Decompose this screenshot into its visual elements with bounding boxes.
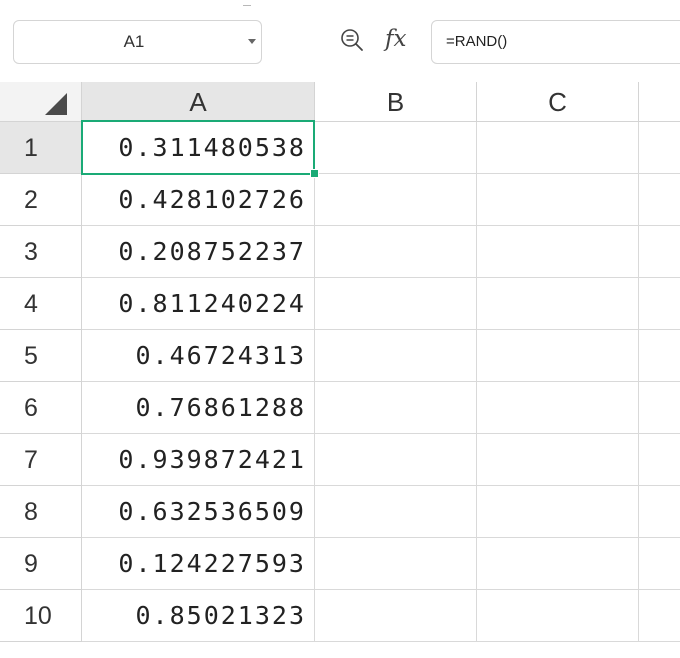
drag-handle[interactable] — [243, 0, 251, 6]
zoom-icon[interactable] — [340, 28, 364, 52]
cell-d[interactable] — [639, 278, 680, 330]
column-header-d[interactable] — [639, 82, 680, 122]
formula-bar: A1 fx =RAND() — [0, 0, 680, 82]
cell-value: 0.632536509 — [118, 497, 306, 526]
row-header[interactable]: 7 — [0, 434, 82, 486]
cell-value: 0.939872421 — [118, 445, 306, 474]
name-box[interactable]: A1 — [13, 20, 262, 64]
fill-handle[interactable] — [310, 169, 319, 178]
cell-a[interactable]: 0.124227593 — [82, 538, 315, 590]
column-header-a[interactable]: A — [82, 82, 315, 122]
cell-a[interactable]: 0.632536509 — [82, 486, 315, 538]
cell-d[interactable] — [639, 486, 680, 538]
cell-c[interactable] — [477, 226, 639, 278]
cell-d[interactable] — [639, 434, 680, 486]
cell-d[interactable] — [639, 382, 680, 434]
cell-b[interactable] — [315, 226, 477, 278]
cell-b[interactable] — [315, 590, 477, 642]
cell-a[interactable]: 0.85021323 — [82, 590, 315, 642]
cell-d[interactable] — [639, 538, 680, 590]
cell-b[interactable] — [315, 486, 477, 538]
cell-a[interactable]: 0.208752237 — [82, 226, 315, 278]
row-header[interactable]: 4 — [0, 278, 82, 330]
formula-input[interactable]: =RAND() — [431, 20, 680, 64]
cell-d[interactable] — [639, 226, 680, 278]
cell-d[interactable] — [639, 122, 680, 174]
cell-value: 0.208752237 — [118, 237, 306, 266]
chevron-down-icon[interactable] — [246, 34, 258, 48]
cell-value: 0.811240224 — [118, 289, 306, 318]
cell-a[interactable]: 0.311480538 — [82, 122, 315, 174]
cell-d[interactable] — [639, 174, 680, 226]
cell-a[interactable]: 0.428102726 — [82, 174, 315, 226]
cell-value: 0.85021323 — [135, 601, 306, 630]
select-all-triangle-icon — [45, 93, 67, 115]
cell-c[interactable] — [477, 174, 639, 226]
cell-b[interactable] — [315, 538, 477, 590]
cell-b[interactable] — [315, 330, 477, 382]
cell-value: 0.311480538 — [118, 133, 306, 162]
row-header[interactable]: 6 — [0, 382, 82, 434]
cell-c[interactable] — [477, 590, 639, 642]
name-box-value: A1 — [123, 32, 145, 51]
cell-a[interactable]: 0.46724313 — [82, 330, 315, 382]
cell-value: 0.428102726 — [118, 185, 306, 214]
cell-c[interactable] — [477, 486, 639, 538]
cell-b[interactable] — [315, 382, 477, 434]
cell-c[interactable] — [477, 278, 639, 330]
row-header[interactable]: 3 — [0, 226, 82, 278]
column-header-c[interactable]: C — [477, 82, 639, 122]
select-all-corner[interactable] — [0, 82, 82, 122]
cell-b[interactable] — [315, 434, 477, 486]
cell-d[interactable] — [639, 330, 680, 382]
cell-c[interactable] — [477, 434, 639, 486]
cell-c[interactable] — [477, 538, 639, 590]
cell-a[interactable]: 0.76861288 — [82, 382, 315, 434]
cell-c[interactable] — [477, 330, 639, 382]
cell-c[interactable] — [477, 382, 639, 434]
cell-value: 0.124227593 — [118, 549, 306, 578]
column-header-b[interactable]: B — [315, 82, 477, 122]
spreadsheet-grid: A B C 1 0.311480538 2 0.428102726 3 0.2087522… — [0, 82, 680, 658]
cell-a[interactable]: 0.811240224 — [82, 278, 315, 330]
row-header[interactable]: 5 — [0, 330, 82, 382]
row-header[interactable]: 2 — [0, 174, 82, 226]
row-header[interactable]: 9 — [0, 538, 82, 590]
cell-value: 0.46724313 — [135, 341, 306, 370]
cell-a[interactable]: 0.939872421 — [82, 434, 315, 486]
cell-value: 0.76861288 — [135, 393, 306, 422]
row-header[interactable]: 8 — [0, 486, 82, 538]
cell-b[interactable] — [315, 174, 477, 226]
cell-b[interactable] — [315, 122, 477, 174]
fx-icon[interactable]: fx — [385, 24, 417, 54]
cell-b[interactable] — [315, 278, 477, 330]
row-header[interactable]: 10 — [0, 590, 82, 642]
cell-c[interactable] — [477, 122, 639, 174]
row-header[interactable]: 1 — [0, 122, 82, 174]
cell-d[interactable] — [639, 590, 680, 642]
